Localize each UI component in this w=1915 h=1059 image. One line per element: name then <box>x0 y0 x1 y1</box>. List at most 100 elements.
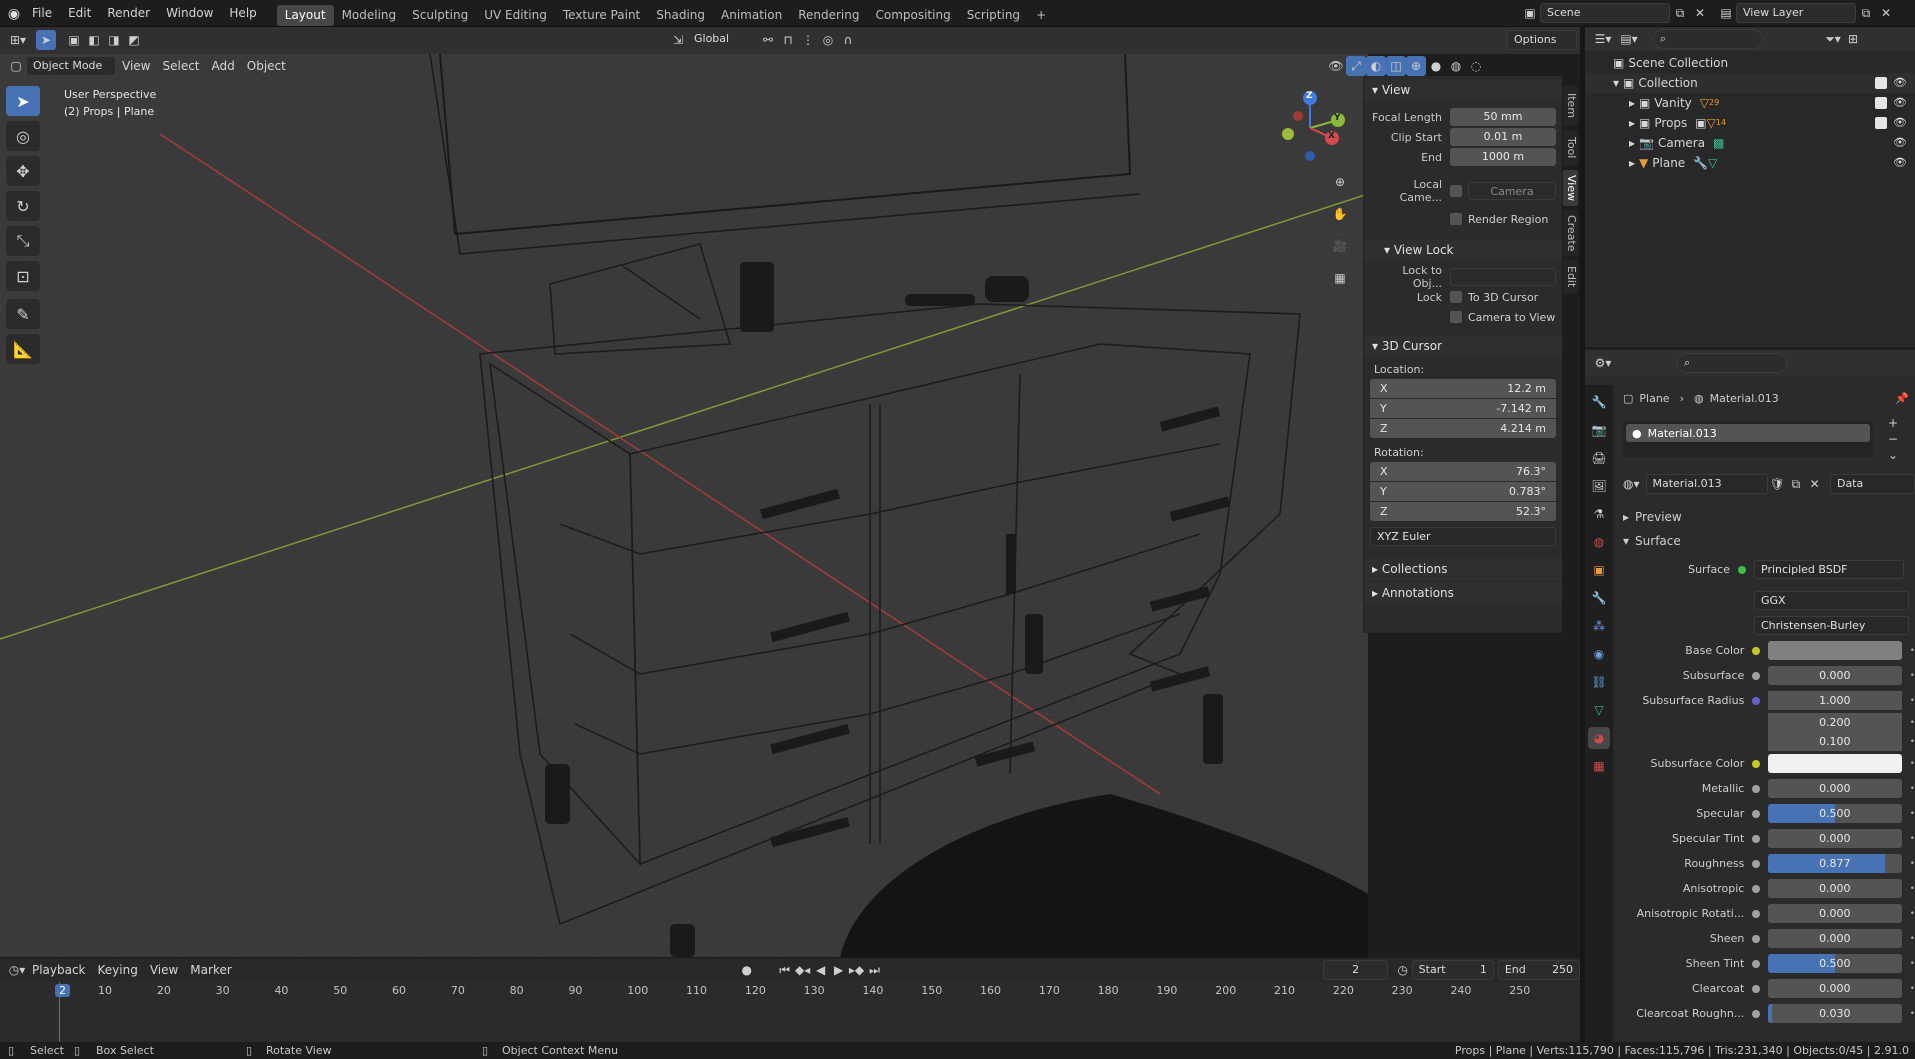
scene-tab-icon[interactable]: ⚗ <box>1588 503 1610 525</box>
viewport-menu-object[interactable]: Object <box>241 55 292 77</box>
physics-tab-icon[interactable]: ◉ <box>1588 643 1610 665</box>
material-name-field[interactable]: Material.013 <box>1645 474 1768 494</box>
annotations-section-header[interactable]: ▸ Annotations <box>1364 582 1562 604</box>
transform-tool-icon[interactable]: ⊡ <box>6 261 40 291</box>
keyframe-dot-icon[interactable]: • <box>1910 718 1915 728</box>
scene-icon[interactable]: ▣ <box>1520 3 1540 23</box>
color-swatch[interactable] <box>1767 754 1902 773</box>
tool-tab-icon[interactable]: 🔧 <box>1588 391 1610 413</box>
data-tab-icon[interactable]: ▽ <box>1588 699 1610 721</box>
falloff-icon[interactable]: ∩ <box>838 30 858 50</box>
blender-logo-icon[interactable]: ◉ <box>4 6 24 22</box>
new-scene-icon[interactable]: ⧉ <box>1670 3 1690 23</box>
color-swatch[interactable] <box>1767 641 1902 660</box>
jump-keyframe-forward-icon[interactable]: ▸◆ <box>848 960 866 980</box>
mode-dropdown[interactable]: Object Mode <box>26 56 116 76</box>
tab-compositing[interactable]: Compositing <box>867 5 958 26</box>
tab-sculpting[interactable]: Sculpting <box>404 5 476 26</box>
keyframe-dot-icon[interactable]: • <box>1910 759 1915 769</box>
current-frame-field[interactable]: 2 <box>1323 960 1388 980</box>
tab-tool[interactable]: Tool <box>1563 130 1578 166</box>
transform-orientation-dropdown[interactable]: Global <box>688 30 758 50</box>
preview-panel-header[interactable]: ▸ Preview <box>1623 505 1915 529</box>
keyframe-dot-icon[interactable]: • <box>1910 671 1915 681</box>
measure-tool-icon[interactable]: 📐 <box>6 334 40 364</box>
exclude-checkbox[interactable] <box>1875 117 1887 129</box>
view-layer-field[interactable]: View Layer <box>1736 3 1856 23</box>
annotate-tool-icon[interactable]: ✎ <box>6 299 40 329</box>
tab-layout[interactable]: Layout <box>276 4 334 26</box>
cursor-rotation-z[interactable]: Z 52.3° <box>1370 502 1556 521</box>
link-dropdown[interactable]: Data <box>1829 474 1915 494</box>
cursor-rotation-y[interactable]: Y 0.783° <box>1370 482 1556 501</box>
keyframe-dot-icon[interactable]: • <box>1910 834 1915 844</box>
unlink-material-icon[interactable]: ✕ <box>1805 474 1824 494</box>
play-reverse-icon[interactable]: ◀ <box>812 960 830 980</box>
value-slider[interactable]: 0.030 <box>1767 1004 1902 1023</box>
select-box-tool-icon[interactable]: ➤ <box>6 86 40 116</box>
clip-end-field[interactable]: 1000 m <box>1450 148 1556 166</box>
local-camera-checkbox[interactable] <box>1450 185 1462 197</box>
cursor-location-z[interactable]: Z 4.214 m <box>1370 419 1556 438</box>
snap-target-icon[interactable]: ⋮ <box>798 30 818 50</box>
socket-dot-icon[interactable] <box>1752 671 1760 680</box>
keyframe-dot-icon[interactable]: • <box>1910 984 1915 994</box>
tab-uv-editing[interactable]: UV Editing <box>476 5 555 26</box>
cursor-location-y[interactable]: Y -7.142 m <box>1370 399 1556 418</box>
world-tab-icon[interactable]: ◍ <box>1588 531 1610 553</box>
rendered-shading-icon[interactable]: ◌ <box>1466 56 1486 76</box>
view-layer-icon[interactable]: ▤ <box>1716 3 1736 23</box>
value-slider[interactable]: 0.000 <box>1767 929 1902 948</box>
rotate-tool-icon[interactable]: ↻ <box>6 191 40 221</box>
keyframe-dot-icon[interactable]: • <box>1910 909 1915 919</box>
playhead[interactable] <box>59 982 60 1043</box>
rotation-mode-dropdown[interactable]: XYZ Euler <box>1370 527 1556 546</box>
material-slot-list[interactable]: ● Material.013 <box>1623 421 1873 457</box>
outliner-item-camera[interactable]: ▸ 📷 Camera ▩ 👁 <box>1585 133 1915 153</box>
texture-tab-icon[interactable]: ▦ <box>1588 755 1610 777</box>
visibility-eye-icon[interactable]: 👁 <box>1893 133 1907 153</box>
slot-menu-icon[interactable]: ⌄ <box>1883 447 1903 463</box>
value-slider[interactable]: 0.500 <box>1767 954 1902 973</box>
keyframe-dot-icon[interactable]: • <box>1910 859 1915 869</box>
socket-dot-icon[interactable] <box>1752 834 1760 843</box>
collections-section-header[interactable]: ▸ Collections <box>1364 558 1562 580</box>
socket-dot-icon[interactable] <box>1752 859 1760 868</box>
value-slider[interactable]: 0.000 <box>1767 904 1902 923</box>
select-mode-invert-icon[interactable]: ◩ <box>124 30 144 50</box>
cursor-tool-icon[interactable]: ◎ <box>6 121 40 151</box>
visibility-eye-icon[interactable]: 👁 <box>1893 93 1907 113</box>
keyframe-dot-icon[interactable]: • <box>1910 737 1915 747</box>
timeline-menu-playback[interactable]: Playback <box>26 958 92 982</box>
fake-user-icon[interactable]: 🛡 <box>1768 474 1787 494</box>
select-tool-icon[interactable]: ➤ <box>36 30 56 50</box>
expand-arrow-icon[interactable]: ▾ <box>1613 73 1619 93</box>
socket-dot-icon[interactable] <box>1752 909 1760 918</box>
keyframe-dot-icon[interactable]: • <box>1910 1009 1915 1019</box>
keyframe-dot-icon[interactable]: • <box>1910 784 1915 794</box>
lock-to-cursor-checkbox[interactable] <box>1450 291 1462 303</box>
editor-type-icon[interactable]: ⊞▾ <box>8 30 28 50</box>
subsurface-method-dropdown[interactable]: Christensen-Burley <box>1754 616 1909 635</box>
socket-dot-icon[interactable] <box>1752 984 1760 993</box>
add-workspace-icon[interactable]: + <box>1028 5 1054 26</box>
outliner-search-input[interactable]: ⌕ <box>1653 29 1763 49</box>
outliner-item-plane[interactable]: ▸ ▼ Plane 🔧 ▽ 👁 <box>1585 153 1915 173</box>
expand-arrow-icon[interactable]: ▸ <box>1629 133 1635 153</box>
move-tool-icon[interactable]: ✥ <box>6 156 40 186</box>
scene-field[interactable]: Scene <box>1540 3 1670 23</box>
clip-start-field[interactable]: 0.01 m <box>1450 128 1556 146</box>
cursor-rotation-x[interactable]: X 76.3° <box>1370 462 1556 481</box>
material-browse-icon[interactable]: ◍▾ <box>1623 477 1640 491</box>
value-slider[interactable]: 0.500 <box>1767 804 1902 823</box>
outliner-item-vanity[interactable]: ▸ ▣ Vanity ▽ 29 👁 <box>1585 93 1915 113</box>
new-collection-icon[interactable]: ⊞ <box>1843 29 1863 49</box>
exclude-checkbox[interactable] <box>1875 97 1887 109</box>
menu-window[interactable]: Window <box>158 0 221 27</box>
keyframe-dot-icon[interactable]: • <box>1910 934 1915 944</box>
visibility-icon[interactable]: 👁 <box>1326 56 1346 76</box>
socket-dot-icon[interactable] <box>1752 884 1760 893</box>
viewport-menu-view[interactable]: View <box>116 55 156 77</box>
timeline-track[interactable]: 2 10 20 30 40 50 60 70 80 90 100 110 120 130 140 150 160… <box>0 982 1580 1043</box>
end-frame-field[interactable]: End 250 <box>1497 960 1581 980</box>
